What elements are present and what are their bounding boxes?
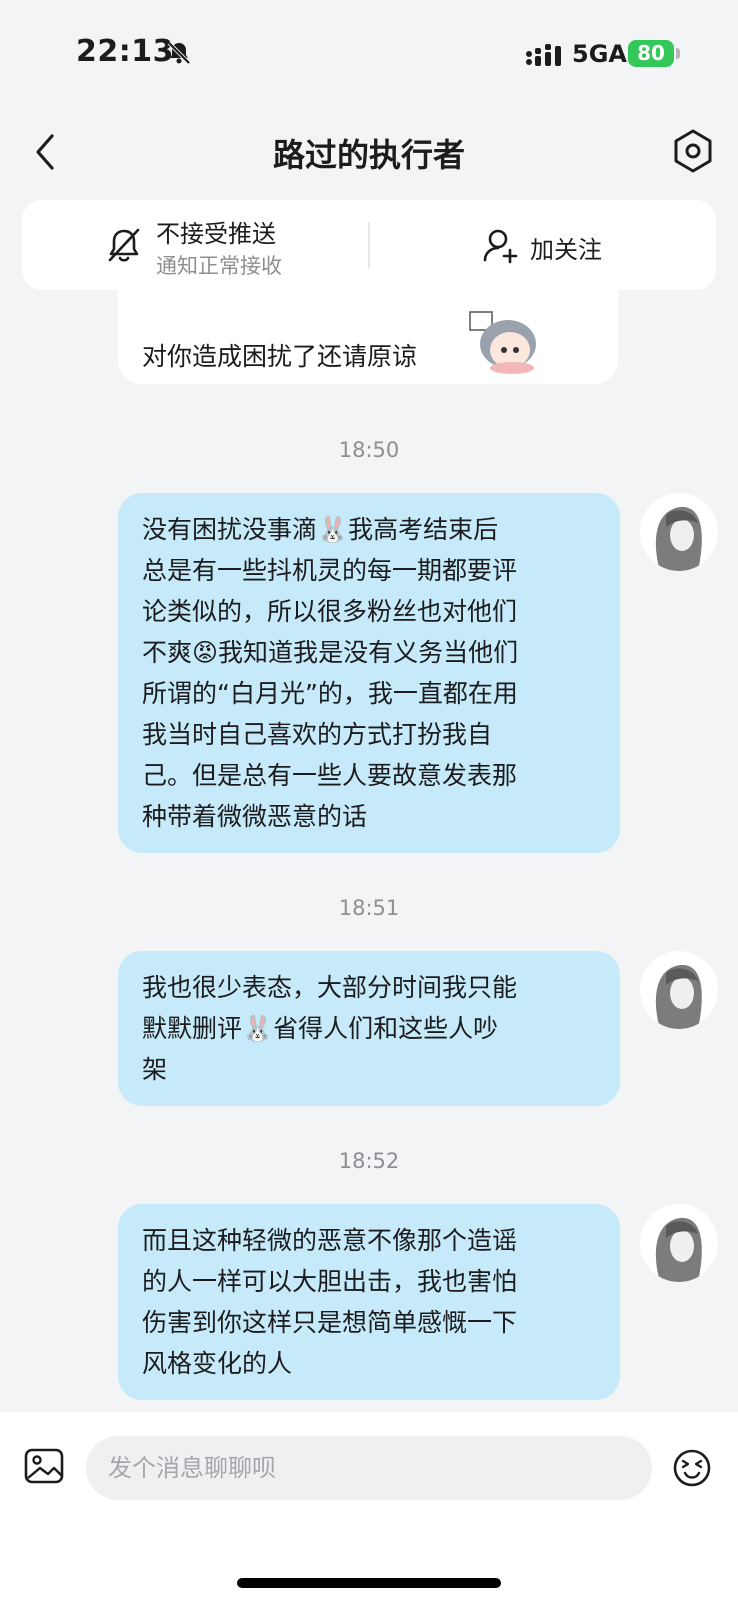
action-card: 不接受推送 通知正常接收 加关注	[22, 200, 716, 290]
message-text: 而且这种轻微的恶意不像那个造谣 的人一样可以大胆出击，我也害怕 伤害到你这样只是…	[142, 1226, 518, 1378]
add-follow-icon	[483, 229, 518, 264]
message-time: 18:52	[338, 1149, 400, 1173]
mute-label: 不接受推送	[156, 220, 276, 248]
network-type: 5GA	[572, 40, 627, 68]
message-time: 18:50	[338, 438, 400, 462]
message-bubble-received[interactable]: 对你造成困扰了还请原谅	[118, 290, 618, 384]
chat-area[interactable]: 对你造成困扰了还请原谅 18:50 没有困扰没事滴🐰我高考结束后 总是有一些抖机…	[0, 290, 738, 1412]
avatar-image	[655, 506, 702, 571]
home-indicator	[237, 1578, 501, 1588]
bell-off-icon	[108, 228, 140, 262]
status-time: 22:13	[76, 34, 174, 69]
emoji-icon[interactable]	[672, 1448, 712, 1488]
avatar-image	[655, 964, 702, 1029]
avatar[interactable]	[640, 493, 718, 571]
message-text: 对你造成困扰了还请原谅	[142, 342, 418, 371]
settings-icon[interactable]	[670, 128, 716, 174]
message-text: 我也很少表态，大部分时间我只能 默默删评🐰省得人们和这些人吵 架	[142, 973, 518, 1084]
divider	[368, 222, 370, 268]
message-bubble-sent[interactable]: 而且这种轻微的恶意不像那个造谣 的人一样可以大胆出击，我也害怕 伤害到你这样只是…	[118, 1204, 620, 1400]
avatar[interactable]	[640, 951, 718, 1029]
signal-icon	[526, 44, 561, 66]
image-picker-icon[interactable]	[24, 1448, 64, 1484]
message-text: 没有困扰没事滴🐰我高考结束后 总是有一些抖机灵的每一期都要评 论类似的，所以很多…	[142, 515, 519, 831]
follow-label: 加关注	[530, 236, 602, 264]
avatar[interactable]	[640, 1204, 718, 1282]
cartoon-character-sticker	[469, 311, 536, 374]
avatar-image	[655, 1217, 702, 1282]
message-time: 18:51	[338, 896, 400, 920]
message-bubble-sent[interactable]: 没有困扰没事滴🐰我高考结束后 总是有一些抖机灵的每一期都要评 论类似的，所以很多…	[118, 493, 620, 853]
page-title: 路过的执行者	[272, 136, 465, 174]
composer-bar	[0, 1412, 738, 1600]
muted-bell-icon	[167, 41, 191, 65]
message-input[interactable]	[86, 1436, 652, 1500]
battery-tip	[676, 48, 680, 59]
mute-sublabel: 通知正常接收	[156, 254, 282, 278]
message-bubble-sent[interactable]: 我也很少表态，大部分时间我只能 默默删评🐰省得人们和这些人吵 架	[118, 951, 620, 1106]
battery-indicator: 80	[628, 40, 674, 67]
